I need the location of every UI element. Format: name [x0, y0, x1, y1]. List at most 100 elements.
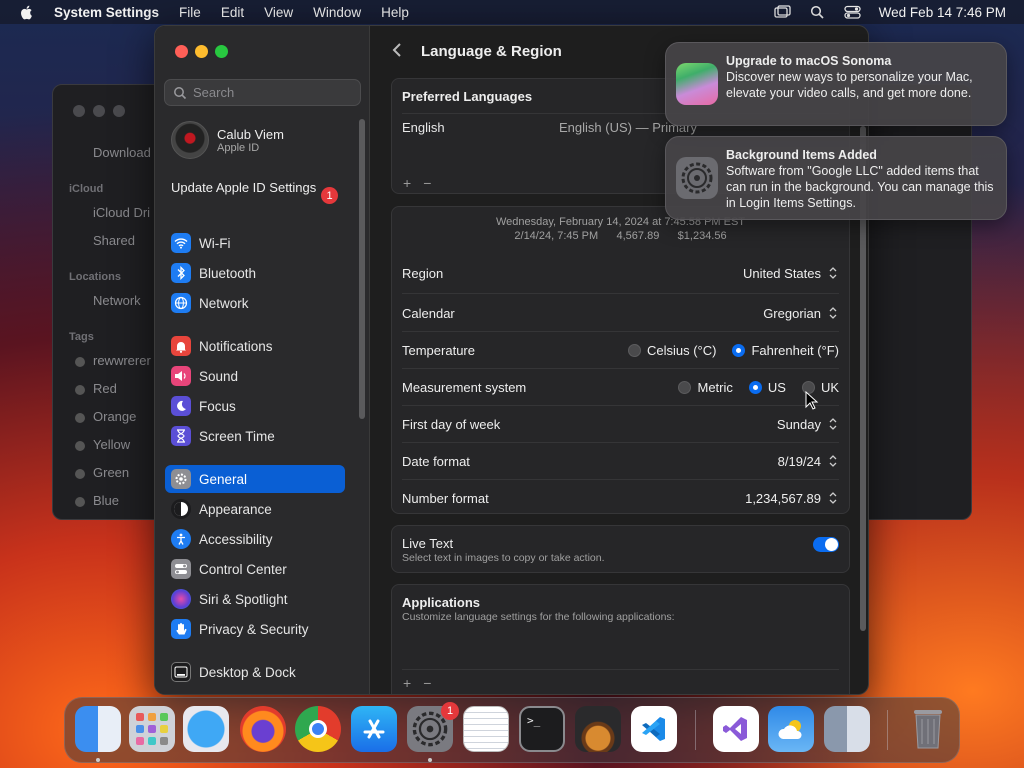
section-heading: Preferred Languages	[402, 89, 533, 104]
sidebar-item-control-center[interactable]: Control Center	[165, 555, 345, 583]
sidebar-item-screen-time[interactable]: Screen Time	[165, 422, 345, 450]
sidebar-search[interactable]	[164, 79, 361, 106]
finder-item-icloud-drive[interactable]: iCloud Dri	[93, 205, 150, 220]
screen-mirroring-icon[interactable]	[774, 5, 791, 19]
finder-tag[interactable]: rewwrerer	[93, 353, 151, 368]
sidebar-item-desktop-dock[interactable]: Desktop & Dock	[165, 658, 345, 686]
launchpad-icon[interactable]	[129, 706, 175, 752]
sidebar-item-label: Network	[199, 295, 249, 311]
menu-file[interactable]: File	[179, 5, 201, 20]
weather-icon[interactable]	[768, 706, 814, 752]
region-popup[interactable]: United States	[743, 265, 839, 281]
update-apple-id-item[interactable]: Update Apple ID Settings	[171, 180, 341, 196]
apple-logo-icon[interactable]	[18, 3, 36, 21]
finder-tag[interactable]: Yellow	[93, 437, 130, 452]
row-label: Region	[402, 265, 444, 281]
close-button[interactable]	[175, 45, 188, 58]
preview-finder-icon[interactable]	[824, 706, 870, 752]
siri-icon	[171, 589, 191, 609]
safari-icon[interactable]	[183, 706, 229, 752]
finder-item-shared[interactable]: Shared	[93, 233, 135, 248]
running-indicator	[96, 758, 100, 762]
number-format-popup[interactable]: 1,234,567.89	[745, 490, 839, 506]
celsius-radio[interactable]: Celsius (°C)	[627, 342, 717, 358]
menu-help[interactable]: Help	[381, 5, 409, 20]
garageband-icon[interactable]	[575, 706, 621, 752]
chrome-icon[interactable]	[295, 706, 341, 752]
menu-window[interactable]: Window	[313, 5, 361, 20]
row-value: 1,234,567.89	[745, 490, 821, 506]
add-application-button[interactable]: +	[397, 675, 417, 691]
sidebar-scrollbar[interactable]	[359, 119, 365, 419]
live-text-toggle[interactable]	[813, 537, 839, 552]
minimize-button[interactable]	[195, 45, 208, 58]
finder-item-downloads[interactable]: Download	[93, 145, 151, 160]
vscode-icon[interactable]	[631, 706, 677, 752]
finder-tag[interactable]: Blue	[93, 493, 119, 508]
sidebar-item-notifications[interactable]: Notifications	[165, 332, 345, 360]
sidebar-item-focus[interactable]: Focus	[165, 392, 345, 420]
menu-clock[interactable]: Wed Feb 14 7:46 PM	[879, 5, 1006, 20]
sidebar-item-general[interactable]: General	[165, 465, 345, 493]
running-indicator	[428, 758, 432, 762]
date-format-row: Date format 8/19/24	[402, 443, 839, 479]
language-name[interactable]: English	[402, 120, 445, 135]
firefox-icon[interactable]	[240, 706, 286, 752]
radio-label: Celsius (°C)	[646, 342, 717, 358]
metric-radio[interactable]: Metric	[678, 380, 733, 395]
sidebar-item-sound[interactable]: Sound	[165, 362, 345, 390]
row-label: Number format	[402, 490, 489, 506]
trash-icon[interactable]	[905, 706, 951, 752]
visual-studio-icon[interactable]	[713, 706, 759, 752]
date-format-popup[interactable]: 8/19/24	[778, 453, 839, 469]
terminal-icon[interactable]: >_	[519, 706, 565, 752]
spotlight-search-icon[interactable]	[809, 5, 826, 19]
add-language-button[interactable]: +	[397, 175, 417, 191]
sidebar-item-appearance[interactable]: Appearance	[165, 495, 345, 523]
page-title: Language & Region	[421, 43, 562, 60]
sidebar-item-siri-spotlight[interactable]: Siri & Spotlight	[165, 585, 345, 613]
sidebar-item-network[interactable]: Network	[165, 289, 345, 317]
mouse-cursor-icon	[805, 391, 819, 410]
calendar-popup[interactable]: Gregorian	[763, 305, 839, 321]
notification-background-items[interactable]: Background Items Added Software from "Go…	[665, 136, 1007, 220]
notification-body: Software from "Google LLC" added items t…	[726, 164, 994, 210]
menu-view[interactable]: View	[264, 5, 293, 20]
zoom-button[interactable]	[215, 45, 228, 58]
us-radio[interactable]: US	[748, 380, 786, 395]
remove-language-button[interactable]: −	[417, 175, 437, 191]
remove-application-button[interactable]: −	[417, 675, 437, 691]
dock: 1 >_	[64, 697, 960, 763]
sidebar-item-privacy-security[interactable]: Privacy & Security	[165, 615, 345, 643]
back-chevron-icon[interactable]	[389, 40, 407, 60]
updown-chevron-icon	[829, 455, 837, 467]
finder-tag[interactable]: Red	[93, 381, 117, 396]
menu-app-name[interactable]: System Settings	[54, 5, 159, 20]
textedit-icon[interactable]	[463, 706, 509, 752]
sidebar-item-wifi[interactable]: Wi-Fi	[165, 229, 345, 257]
fahrenheit-radio[interactable]: Fahrenheit (°F)	[732, 343, 839, 358]
row-label: First day of week	[402, 416, 501, 432]
control-center-icon[interactable]	[844, 5, 861, 19]
row-label: Temperature	[402, 342, 475, 358]
finder-tag[interactable]: Orange	[93, 409, 136, 424]
sidebar-item-label: Appearance	[199, 501, 272, 517]
sidebar-item-bluetooth[interactable]: Bluetooth	[165, 259, 345, 287]
app-store-icon[interactable]	[351, 706, 397, 752]
sidebar-item-accessibility[interactable]: Accessibility	[165, 525, 345, 553]
measurement-row: Measurement system Metric US UK	[402, 369, 839, 405]
hourglass-icon	[171, 426, 191, 446]
language-add-remove: + −	[397, 175, 437, 191]
search-icon	[174, 86, 187, 99]
tag-dot	[75, 413, 85, 423]
finder-icon[interactable]	[75, 706, 121, 752]
first-day-popup[interactable]: Sunday	[777, 416, 839, 432]
search-input[interactable]	[193, 85, 353, 100]
radio-indicator	[678, 380, 692, 394]
menu-edit[interactable]: Edit	[221, 5, 244, 20]
notification-sonoma[interactable]: Upgrade to macOS Sonoma Discover new way…	[665, 42, 1007, 126]
apple-id-profile[interactable]: Calub Viem Apple ID	[171, 120, 284, 160]
row-label: Measurement system	[402, 379, 527, 395]
finder-item-network[interactable]: Network	[93, 293, 141, 308]
finder-tag[interactable]: Green	[93, 465, 129, 480]
